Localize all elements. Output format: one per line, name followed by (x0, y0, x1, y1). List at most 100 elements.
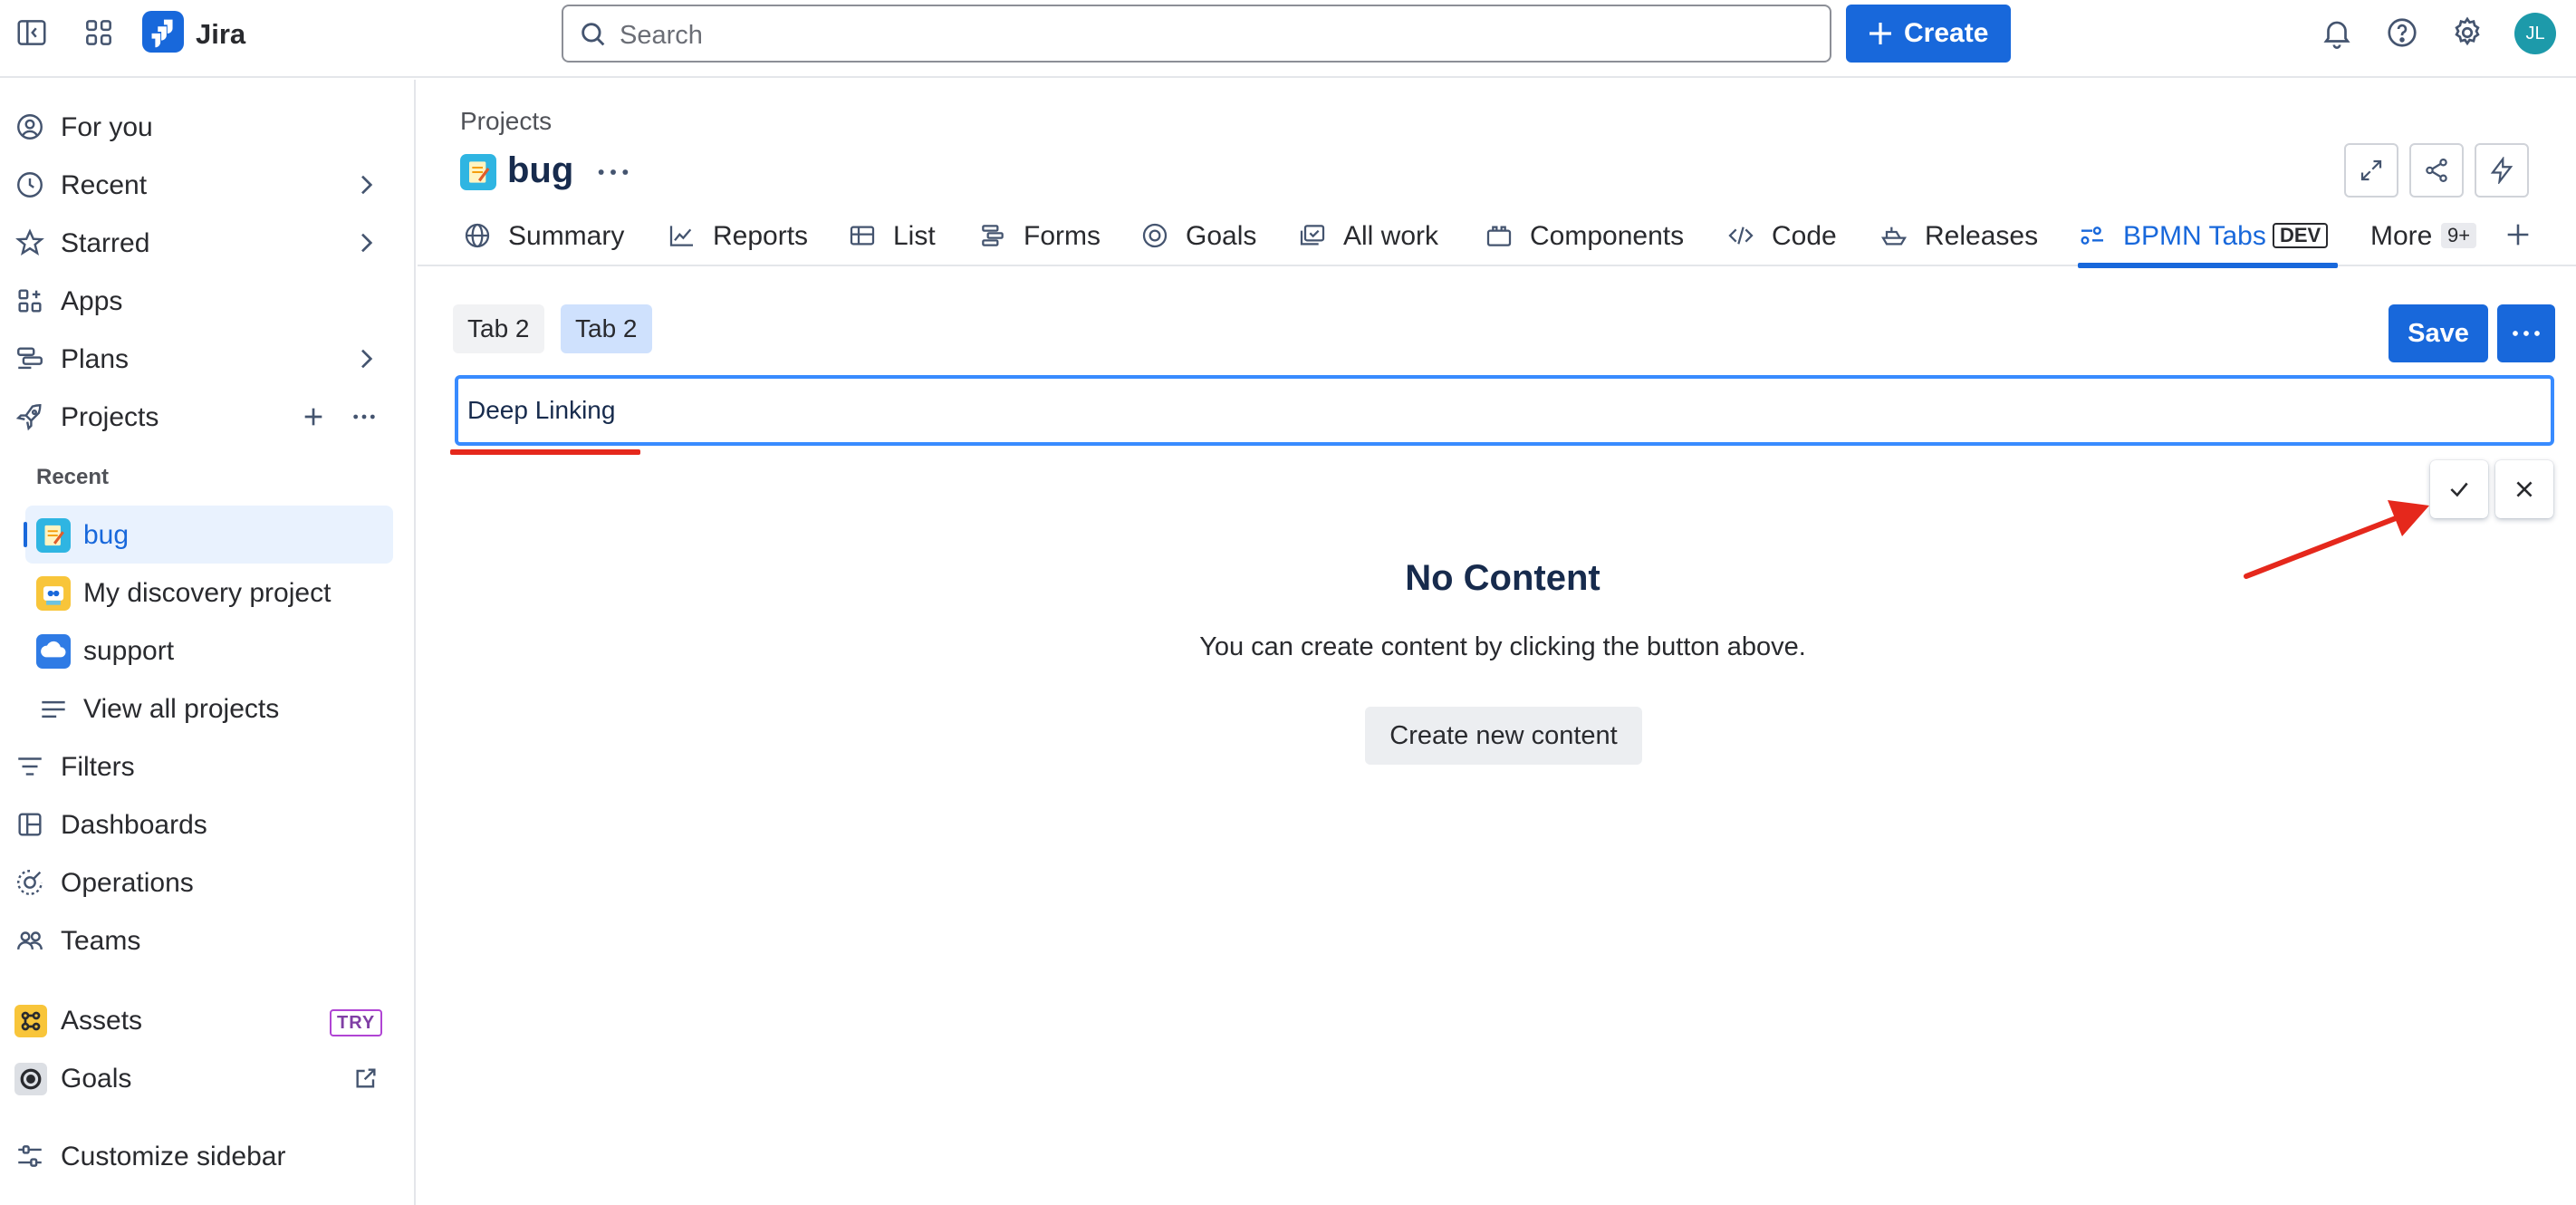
chevron-right-icon[interactable] (351, 344, 380, 373)
tab-name-input[interactable] (455, 375, 2554, 446)
chevron-right-icon[interactable] (351, 228, 380, 257)
add-project-icon[interactable] (299, 402, 328, 431)
sidebar-item-teams[interactable]: Teams (0, 913, 416, 968)
support-project-icon (36, 634, 71, 669)
app-switcher-icon[interactable] (82, 15, 116, 50)
main-content: Projects bug Summary Reports List Forms (418, 80, 2576, 1205)
more-actions-button[interactable] (2497, 304, 2555, 362)
customize-sidebar-link[interactable]: Customize sidebar (0, 1129, 416, 1183)
more-horizontal-icon (2513, 331, 2540, 336)
sidebar-project-label: support (83, 636, 175, 666)
sidebar-project-bug[interactable]: bug (24, 506, 393, 564)
sidebar-item-label: Apps (61, 286, 123, 316)
create-button[interactable]: Create (1846, 5, 2011, 63)
empty-state-text: You can create content by clicking the b… (1199, 632, 1806, 661)
sliders-icon (14, 1141, 45, 1171)
sidebar-item-label: Dashboards (61, 810, 207, 840)
search-icon (578, 19, 609, 50)
sidebar-item-assets[interactable]: Assets TRY (0, 993, 416, 1047)
dev-badge: DEV (2273, 223, 2329, 248)
goals-app-icon (14, 1063, 47, 1095)
selected-indicator (24, 522, 27, 547)
bug-project-icon (36, 518, 71, 553)
page-title: bug (507, 150, 574, 190)
inner-tab[interactable]: Tab 2 (453, 304, 544, 353)
plus-icon (1866, 19, 1895, 48)
add-tab-icon[interactable] (2503, 219, 2533, 250)
share-icon (2426, 159, 2447, 182)
search-field[interactable]: Search (562, 5, 1831, 63)
tab-label: Releases (1925, 221, 2039, 251)
user-avatar[interactable]: JL (2514, 13, 2556, 54)
sidebar-project-label: bug (83, 520, 130, 550)
tab-name-field[interactable] (467, 379, 2533, 442)
create-button-label: Create (1904, 18, 1989, 48)
more-options-icon[interactable] (350, 402, 379, 431)
project-more-icon[interactable] (595, 158, 631, 187)
top-navigation-bar: Jira Search Create JL (0, 0, 2576, 78)
sidebar-item-label: Goals (61, 1064, 132, 1094)
sidebar-item-label: For you (61, 112, 153, 142)
teams-icon (14, 925, 45, 956)
project-tabs: Summary Reports List Forms Goals All wor… (418, 203, 2576, 268)
assets-app-icon (14, 1005, 47, 1037)
expand-button[interactable] (2344, 143, 2398, 198)
sidebar: For you Recent Starred Apps Plans Projec… (0, 80, 416, 1205)
sidebar-item-label: Teams (61, 926, 141, 956)
sidebar-item-operations[interactable]: Operations (0, 855, 416, 910)
sidebar-item-plans[interactable]: Plans (0, 332, 416, 386)
sidebar-item-recent[interactable]: Recent (0, 158, 416, 212)
tab-label: Components (1530, 221, 1685, 251)
bell-icon[interactable] (2320, 15, 2354, 50)
tab-label: All work (1343, 221, 1439, 251)
components-icon (1485, 221, 1514, 250)
sidebar-item-label: Projects (61, 402, 159, 432)
inner-tab-selected[interactable]: Tab 2 (561, 304, 652, 353)
help-icon[interactable] (2385, 15, 2419, 50)
sidebar-item-label: Plans (61, 344, 130, 374)
star-icon (14, 227, 45, 258)
sidebar-project-label: My discovery project (83, 578, 332, 608)
confirm-button[interactable] (2430, 460, 2488, 518)
recent-projects-heading: Recent (36, 465, 110, 489)
sidebar-item-label: Starred (61, 228, 150, 258)
automation-button[interactable] (2475, 143, 2529, 198)
bug-project-icon (460, 154, 496, 190)
sidebar-item-projects[interactable]: Projects (0, 390, 416, 444)
sidebar-item-starred[interactable]: Starred (0, 216, 416, 270)
tab-label: Forms (1024, 221, 1101, 251)
app-name[interactable]: Jira (196, 18, 245, 51)
sidebar-item-dashboards[interactable]: Dashboards (0, 797, 416, 852)
operations-icon (14, 867, 45, 898)
sidebar-project-support[interactable]: support (25, 622, 393, 680)
clock-icon (14, 169, 45, 200)
cancel-button[interactable] (2495, 460, 2553, 518)
view-all-projects-link[interactable]: View all projects (25, 680, 393, 737)
sidebar-project-my-discovery-project[interactable]: My discovery project (25, 564, 393, 622)
sidebar-item-for-you[interactable]: For you (0, 100, 416, 154)
share-button[interactable] (2409, 143, 2464, 198)
annotation-underline (450, 449, 640, 455)
list-icon (36, 692, 71, 727)
sidebar-item-apps[interactable]: Apps (0, 274, 416, 328)
create-new-content-button[interactable]: Create new content (1365, 707, 1642, 765)
tab-bpmn-tabs[interactable]: BPMN Tabs DEV (2078, 203, 2338, 268)
try-badge: TRY (330, 1009, 383, 1036)
close-icon (2516, 481, 2533, 497)
sidebar-item-label: Filters (61, 752, 135, 782)
lightning-icon (2490, 157, 2514, 184)
external-link-icon[interactable] (351, 1064, 380, 1093)
sidebar-item-filters[interactable]: Filters (0, 739, 416, 794)
gear-icon[interactable] (2450, 15, 2485, 50)
chevron-right-icon[interactable] (351, 170, 380, 199)
tab-label: Reports (713, 221, 809, 251)
sidebar-toggle-icon[interactable] (14, 15, 49, 50)
globe-icon (463, 221, 492, 250)
sidebar-item-label: Recent (61, 170, 148, 200)
sidebar-item-goals[interactable]: Goals (0, 1051, 416, 1105)
jira-logo-icon[interactable] (142, 11, 184, 53)
save-button[interactable]: Save (2389, 304, 2488, 362)
dashboard-icon (14, 809, 45, 840)
breadcrumb[interactable]: Projects (460, 107, 552, 136)
tab-label: List (893, 221, 936, 251)
